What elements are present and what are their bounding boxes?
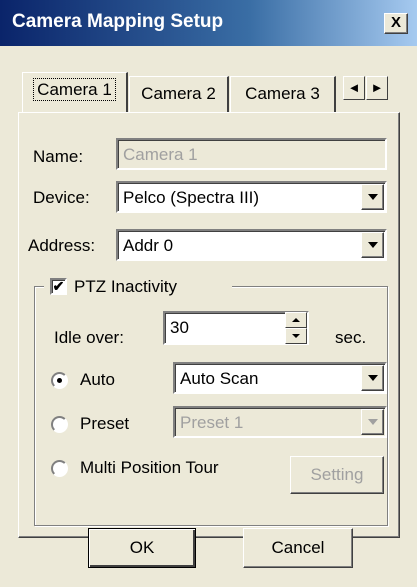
ptz-inactivity-label: PTZ Inactivity	[74, 277, 177, 296]
cancel-button[interactable]: Cancel	[243, 528, 353, 568]
name-label: Name:	[33, 147, 84, 166]
idle-over-value: 30	[170, 318, 189, 337]
auto-mode-value: Auto Scan	[180, 369, 259, 388]
dialog-body: Camera 1 Camera 2 Camera 3 ◄ ► Name: Cam…	[0, 46, 417, 587]
chevron-down-icon[interactable]	[361, 184, 384, 210]
multi-position-tour-label: Multi Position Tour	[80, 458, 219, 477]
device-value: Pelco (Spectra III)	[123, 188, 260, 207]
spin-down-icon[interactable]	[285, 328, 307, 344]
device-select[interactable]: Pelco (Spectra III)	[116, 181, 387, 213]
ptz-inactivity-checkbox[interactable]: ✔	[50, 278, 67, 295]
tab-label: Camera 3	[245, 84, 320, 103]
tab-scroll-right-icon[interactable]: ►	[366, 76, 388, 100]
address-value: Addr 0	[123, 236, 174, 255]
auto-label: Auto	[80, 370, 115, 389]
preset-radio[interactable]	[51, 416, 68, 433]
ok-button[interactable]: OK	[88, 528, 196, 568]
tab-camera-2[interactable]: Camera 2	[129, 76, 229, 112]
tab-camera-1[interactable]: Camera 1	[22, 72, 128, 112]
tab-camera-3[interactable]: Camera 3	[230, 76, 336, 112]
tab-label: Camera 2	[141, 84, 216, 103]
preset-value: Preset 1	[180, 413, 244, 432]
chevron-down-icon[interactable]	[361, 365, 384, 391]
tab-scroll-left-icon[interactable]: ◄	[343, 76, 365, 100]
name-value: Camera 1	[123, 145, 198, 164]
spin-up-icon[interactable]	[285, 312, 307, 328]
idle-unit-label: sec.	[335, 328, 367, 347]
window-title: Camera Mapping Setup	[12, 11, 224, 32]
tab-label: Camera 1	[33, 78, 116, 101]
setting-button: Setting	[290, 456, 384, 494]
title-bar: Camera Mapping Setup X	[0, 0, 417, 46]
address-select[interactable]: Addr 0	[116, 229, 387, 261]
multi-position-tour-radio[interactable]	[51, 460, 68, 477]
auto-radio[interactable]	[51, 372, 68, 389]
preset-select: Preset 1	[173, 406, 387, 438]
address-label: Address:	[28, 236, 96, 255]
idle-over-spinner[interactable]	[285, 312, 307, 344]
groupbox-caption: ✔ PTZ Inactivity	[44, 276, 232, 298]
chevron-down-icon[interactable]	[361, 232, 384, 258]
chevron-down-icon	[361, 409, 384, 435]
close-button[interactable]: X	[384, 13, 408, 34]
name-field: Camera 1	[116, 138, 387, 170]
idle-over-label: Idle over:	[54, 328, 124, 347]
auto-mode-select[interactable]: Auto Scan	[173, 362, 387, 394]
preset-label: Preset	[80, 414, 130, 433]
device-label: Device:	[33, 188, 90, 207]
